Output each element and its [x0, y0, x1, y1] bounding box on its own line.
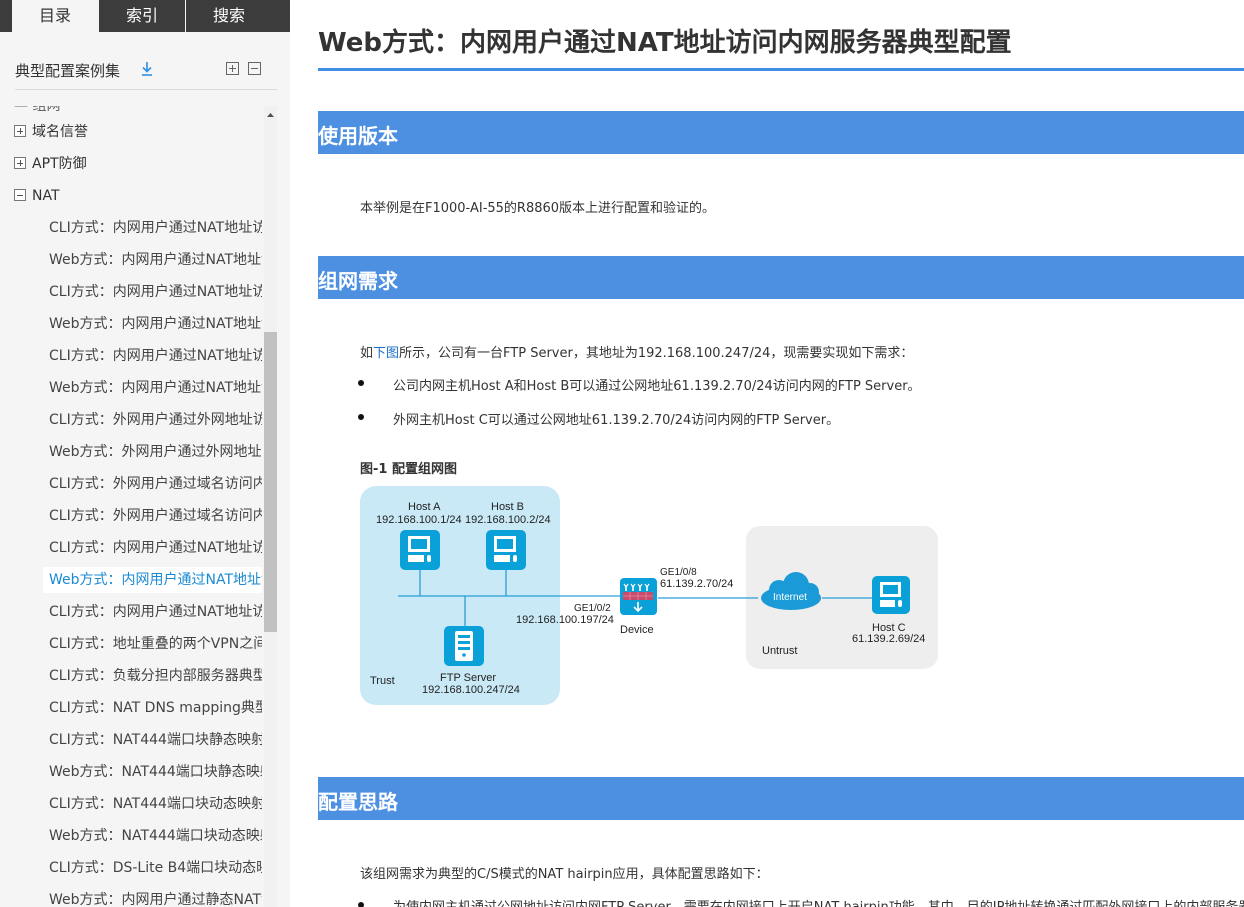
- scroll-thumb[interactable]: [264, 332, 277, 632]
- tab-search[interactable]: 搜索: [186, 0, 272, 32]
- toc-item[interactable]: CLI方式：NAT DNS mapping典型配置: [49, 696, 262, 720]
- toc-item[interactable]: CLI方式：内网用户通过NAT地址访问外网（静态地址转换）: [49, 344, 262, 368]
- device-label: Device: [620, 624, 654, 636]
- toc-group-label: NAT: [32, 188, 60, 204]
- toc-item[interactable]: CLI方式：NAT444端口块静态映射: [49, 728, 262, 752]
- toc-item[interactable]: CLI方式：外网用户通过域名访问内网服务器（地址重叠）: [49, 504, 262, 528]
- toc-tree: — 组网 域名信誉 APT防御 NAT CLI方式：内网用户通过NAT地址访问外…: [0, 106, 262, 907]
- toc-item[interactable]: CLI方式：内网用户通过NAT地址访问外网（地址不重叠）: [49, 280, 262, 304]
- firewall-device-icon: [620, 578, 657, 615]
- requirement-item: 外网主机Host C可以通过公网地址61.139.2.70/24访问内网的FTP…: [393, 413, 840, 428]
- bullet-dot: [358, 414, 364, 420]
- tab-bar-fill: [0, 0, 12, 32]
- toc-group-nat[interactable]: NAT: [14, 184, 60, 208]
- toc-group-label: 域名信誉: [32, 124, 88, 140]
- approach-intro: 该组网需求为典型的C/S模式的NAT hairpin应用，具体配置思路如下：: [360, 867, 769, 882]
- host-a-icon: [400, 530, 440, 570]
- internet-label: Internet: [773, 592, 807, 603]
- network-diagram: Host A 192.168.100.1/24 Host B 192.168.1…: [360, 486, 938, 705]
- toc-item[interactable]: Web方式：内网用户通过静态NAT访问外网: [49, 888, 262, 907]
- toc-item[interactable]: CLI方式：外网用户通过域名访问内网服务器: [49, 472, 262, 496]
- toc-item[interactable]: Web方式：NAT444端口块静态映射: [49, 760, 262, 784]
- approach-item: 为使内网主机通过公网地址访问内网FTP Server，需要在内网接口上开启NAT…: [393, 896, 1244, 907]
- host-a-ip: 192.168.100.1/24: [376, 514, 462, 526]
- sidebar-tabs: 目录 索引 搜索: [0, 0, 290, 32]
- host-b-icon: [486, 530, 526, 570]
- toc-group-partial[interactable]: — 组网: [14, 106, 60, 118]
- toc-item[interactable]: CLI方式：DS-Lite B4端口块动态映射: [49, 856, 262, 880]
- ge102-label: GE1/0/2: [574, 603, 611, 614]
- figure-caption: 图-1 配置组网图: [360, 462, 457, 477]
- intro-text: 如: [360, 346, 374, 361]
- section-title: 配置思路: [318, 790, 398, 814]
- ftp-server-ip: 192.168.100.247/24: [422, 684, 520, 696]
- expand-all-icon[interactable]: [226, 62, 239, 75]
- version-text: 本举例是在F1000-AI-55的R8860版本上进行配置和验证的。: [360, 201, 716, 216]
- toc-group-apt[interactable]: APT防御: [14, 152, 87, 176]
- toc-item[interactable]: Web方式：内网用户通过NAT地址访问外网（地址不重叠）: [49, 312, 262, 336]
- ftp-server-icon: [444, 626, 484, 666]
- intro-text: 所示，公司有一台FTP Server，其地址为192.168.100.247/2…: [399, 346, 914, 361]
- toc-item[interactable]: CLI方式：内网用户通过NAT地址访问内网服务器: [49, 536, 262, 560]
- bullet-dot: [358, 902, 364, 907]
- host-c-icon: [872, 576, 910, 614]
- host-c-ip: 61.139.2.69/24: [852, 633, 925, 645]
- ge108-ip: 61.139.2.70/24: [660, 578, 733, 590]
- host-b-ip: 192.168.100.2/24: [465, 514, 551, 526]
- toc-item[interactable]: Web方式：内网用户通过NAT地址访问外网（静态地址转换）: [49, 376, 262, 400]
- toc-item[interactable]: CLI方式：外网用户通过外网地址访问内网服务器: [49, 408, 262, 432]
- host-b-label: Host B: [491, 501, 524, 513]
- section-title: 使用版本: [318, 124, 398, 148]
- tab-contents[interactable]: 目录: [12, 0, 98, 32]
- toc-item[interactable]: CLI方式：地址重叠的两个VPN之间互访: [49, 632, 262, 656]
- requirement-item: 公司内网主机Host A和Host B可以通过公网地址61.139.2.70/2…: [393, 379, 921, 394]
- expand-icon[interactable]: [14, 157, 26, 169]
- untrust-zone-label: Untrust: [762, 645, 797, 657]
- toc-item[interactable]: CLI方式：负载分担内部服务器典型配置: [49, 664, 262, 688]
- toc-item-active[interactable]: Web方式：内网用户通过NAT地址访问内网服务器: [49, 568, 262, 592]
- collapse-icon[interactable]: [14, 189, 26, 201]
- title-divider: [318, 68, 1244, 71]
- toc-item[interactable]: Web方式：NAT444端口块动态映射: [49, 824, 262, 848]
- page-title: Web方式：内网用户通过NAT地址访问内网服务器典型配置: [318, 28, 1012, 58]
- host-a-label: Host A: [408, 501, 441, 513]
- ge108-label: GE1/0/8: [660, 567, 697, 578]
- tab-bar-fill: [272, 0, 290, 32]
- sidebar: 目录 索引 搜索 典型配置案例集 — 组网 域名信誉 APT防御 NAT CLI…: [0, 0, 290, 907]
- bullet-dot: [358, 380, 364, 386]
- ge102-ip: 192.168.100.197/24: [516, 614, 614, 626]
- toc-group-label: APT防御: [32, 156, 87, 172]
- toc-item[interactable]: CLI方式：内网用户通过NAT地址访问外网: [49, 216, 262, 240]
- scroll-up-arrow-icon[interactable]: [264, 108, 277, 122]
- toc-item[interactable]: CLI方式：内网用户通过NAT地址访问同一内网: [49, 600, 262, 624]
- section-header-requirements: 组网需求: [318, 256, 1244, 299]
- toc-group-domain-reputation[interactable]: 域名信誉: [14, 120, 88, 144]
- trust-zone-label: Trust: [370, 675, 395, 687]
- expand-icon[interactable]: [14, 125, 26, 137]
- toc-item[interactable]: Web方式：外网用户通过外网地址访问内网服务器: [49, 440, 262, 464]
- toc-scrollbar[interactable]: [264, 106, 277, 907]
- toc-item[interactable]: CLI方式：NAT444端口块动态映射: [49, 792, 262, 816]
- content-pane: Web方式：内网用户通过NAT地址访问内网服务器典型配置 使用版本 本举例是在F…: [290, 0, 1244, 907]
- tab-index[interactable]: 索引: [99, 0, 185, 32]
- ftp-server-label: FTP Server: [440, 672, 496, 684]
- section-header-version: 使用版本: [318, 111, 1244, 154]
- book-title: 典型配置案例集: [15, 62, 121, 80]
- download-icon[interactable]: [139, 60, 155, 78]
- book-header: 典型配置案例集: [15, 52, 277, 90]
- section-title: 组网需求: [318, 269, 398, 293]
- requirements-intro: 如下图所示，公司有一台FTP Server，其地址为192.168.100.24…: [360, 342, 913, 361]
- figure-link[interactable]: 下图: [373, 346, 399, 361]
- section-header-approach: 配置思路: [318, 777, 1244, 820]
- toc-item[interactable]: Web方式：内网用户通过NAT地址访问外网: [49, 248, 262, 272]
- collapse-all-icon[interactable]: [248, 62, 261, 75]
